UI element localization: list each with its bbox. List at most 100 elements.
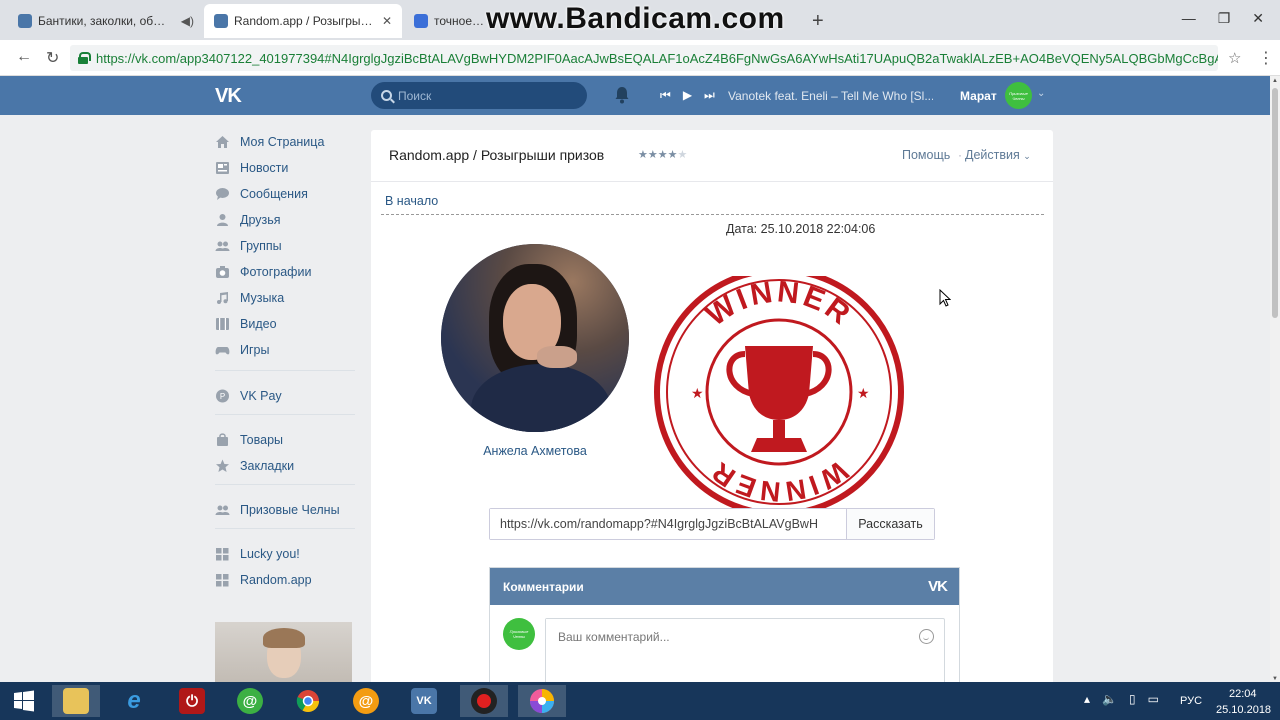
winner-stamp: WINNER WINNER ★ ★: [654, 276, 904, 508]
tray-expand-icon[interactable]: ▴: [1084, 692, 1090, 706]
taskbar-explorer[interactable]: [52, 685, 100, 717]
menu-label: Видео: [240, 317, 277, 331]
menu-item-music[interactable]: Музыка: [215, 288, 284, 308]
clock-time[interactable]: 22:04: [1229, 688, 1257, 700]
menu-item-goods[interactable]: Товары: [215, 430, 283, 450]
menu-divider: [215, 370, 355, 371]
taskbar-ie[interactable]: e: [110, 685, 158, 717]
url-field[interactable]: https://vk.com/app3407122_401977394#N4Ig…: [70, 45, 1218, 71]
rating-star-filled-icon: ★: [657, 149, 668, 161]
menu-item-video[interactable]: Видео: [215, 314, 277, 334]
vk-logo[interactable]: VK: [215, 85, 242, 108]
share-url-input[interactable]: [490, 509, 846, 539]
share-button[interactable]: Рассказать: [846, 509, 934, 539]
menu-item-photos[interactable]: Фотографии: [215, 262, 311, 282]
menu-label: Игры: [240, 343, 270, 357]
palette-icon: [530, 689, 554, 713]
tab-title: Random.app / Розыгрыши: [234, 14, 376, 28]
start-button[interactable]: [0, 685, 48, 717]
input-language[interactable]: РУС: [1180, 695, 1202, 707]
volume-icon[interactable]: 🔈: [1102, 692, 1117, 706]
network-icon[interactable]: ▯: [1129, 692, 1136, 706]
url-text: https://vk.com/app3407122_401977394#N4Ig…: [96, 50, 1218, 66]
scroll-up-icon[interactable]: ▲: [1272, 78, 1278, 84]
menu-item-news[interactable]: Новости: [215, 158, 288, 178]
browser-tab-2[interactable]: Random.app / Розыгрыши ✕: [204, 4, 402, 38]
browser-tab-3[interactable]: точное вре: [404, 4, 494, 38]
menu-item-my-page[interactable]: Моя Страница: [215, 132, 324, 152]
taskbar-paint[interactable]: [518, 685, 566, 717]
menu-item-friends[interactable]: Друзья: [215, 210, 281, 230]
taskbar-bandicam[interactable]: [460, 685, 508, 717]
browser-tab-1[interactable]: Бантики, заколки, ободки, у ◀): [8, 4, 204, 38]
taskbar-mail-orange[interactable]: @: [342, 685, 390, 717]
search-input[interactable]: [398, 88, 568, 103]
menu-label: Товары: [240, 433, 283, 447]
tab-title: точное вре: [434, 14, 484, 28]
current-track[interactable]: Vanotek feat. Eneli – Tell Me Who [Sl...: [728, 89, 933, 103]
comments-widget: Комментарии VK Призовые Челны: [489, 567, 960, 690]
browser-menu-icon[interactable]: ⋮: [1258, 48, 1274, 68]
at-sign-icon: @: [237, 688, 263, 714]
actions-label: Действия: [965, 148, 1020, 162]
emoji-icon[interactable]: [919, 629, 934, 644]
actions-menu[interactable]: Действия ⌄: [965, 148, 1031, 162]
prev-track-icon[interactable]: ⏮: [660, 88, 671, 103]
user-avatar[interactable]: Призовые Челны: [1005, 82, 1032, 109]
vk-logo-icon[interactable]: VK: [928, 578, 948, 595]
next-track-icon[interactable]: ⏭: [704, 88, 715, 103]
new-tab-icon[interactable]: +: [812, 10, 824, 33]
winner-photo[interactable]: [441, 244, 629, 432]
folder-icon: [63, 688, 89, 714]
page-scrollbar[interactable]: ▲ ▼: [1270, 76, 1280, 684]
comment-input[interactable]: [546, 619, 916, 679]
lock-icon: [78, 52, 91, 64]
close-tab-icon[interactable]: ✕: [382, 14, 392, 28]
audio-icon[interactable]: ◀): [181, 14, 194, 28]
taskbar-power-app[interactable]: ⏻: [168, 685, 216, 717]
menu-item-messages[interactable]: Сообщения: [215, 184, 308, 204]
vk-header: VK ⏮ ▶ ⏭ Vanotek feat. Eneli – Tell Me W…: [0, 76, 1270, 115]
rating-star-filled-icon: ★: [667, 149, 678, 161]
notifications-bell-icon[interactable]: [614, 86, 630, 104]
menu-item-random-app[interactable]: Random.app: [215, 570, 312, 590]
back-to-start-link[interactable]: В начало: [385, 194, 438, 208]
scroll-thumb[interactable]: [1272, 88, 1278, 318]
bookmark-star-icon[interactable]: ☆: [1228, 49, 1241, 67]
user-name[interactable]: Марат: [960, 89, 997, 103]
ad-hair: [263, 628, 305, 648]
menu-item-lucky-you[interactable]: Lucky you!: [215, 544, 300, 564]
bookmarks-icon: [215, 459, 230, 473]
system-tray: ▴ 🔈 ▯ ▭: [1084, 692, 1159, 706]
home-icon: [215, 135, 230, 149]
menu-item-groups[interactable]: Группы: [215, 236, 282, 256]
address-bar: ← ↻ https://vk.com/app3407122_401977394#…: [0, 40, 1280, 76]
chevron-down-icon[interactable]: ⌄: [1037, 88, 1045, 99]
app-icon: [215, 573, 230, 587]
clock-date[interactable]: 25.10.2018: [1216, 704, 1271, 716]
menu-item-vk-pay[interactable]: P VK Pay: [215, 386, 282, 406]
minimize-icon[interactable]: —: [1182, 10, 1196, 27]
vk-app-icon: VK: [411, 688, 437, 714]
back-arrow-icon[interactable]: ←: [16, 48, 32, 66]
taskbar-mail-green[interactable]: @: [226, 685, 274, 717]
restore-icon[interactable]: ❐: [1218, 10, 1231, 27]
menu-divider: [215, 528, 355, 529]
reload-icon[interactable]: ↻: [46, 48, 59, 68]
audio-player: ⏮ ▶ ⏭: [660, 88, 715, 103]
menu-label: Lucky you!: [240, 547, 300, 561]
help-link[interactable]: Помощь: [902, 148, 950, 162]
taskbar-chrome[interactable]: [284, 685, 332, 717]
winner-name-link[interactable]: Анжела Ахметова: [441, 444, 629, 458]
vk-search[interactable]: [371, 82, 587, 109]
play-icon[interactable]: ▶: [683, 88, 692, 103]
vkpay-icon: P: [215, 389, 230, 403]
close-window-icon[interactable]: ✕: [1252, 10, 1264, 27]
message-icon[interactable]: ▭: [1148, 692, 1159, 706]
menu-item-games[interactable]: Игры: [215, 340, 269, 360]
menu-label: Закладки: [240, 459, 295, 473]
menu-item-community[interactable]: Призовые Челны: [215, 500, 340, 520]
app-icon: [215, 547, 230, 561]
menu-item-bookmarks[interactable]: Закладки: [215, 456, 294, 476]
taskbar-vk[interactable]: VK: [400, 685, 448, 717]
